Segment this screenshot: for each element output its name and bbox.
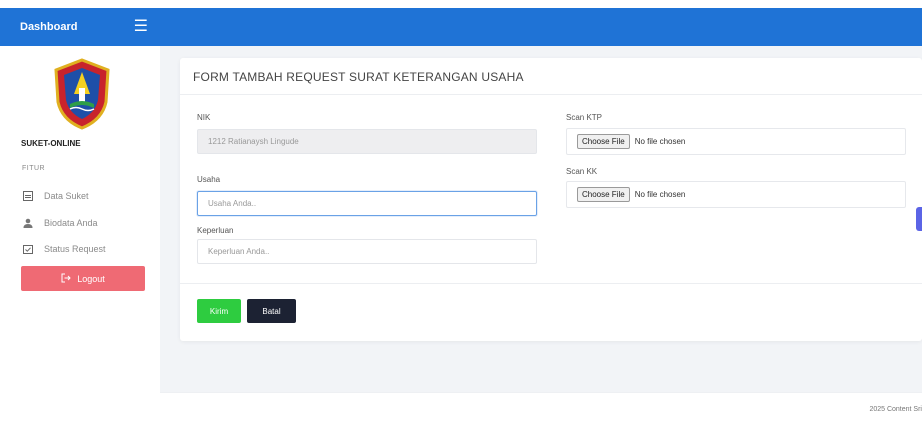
sidebar-item-status-request[interactable]: Status Request (22, 243, 106, 255)
document-icon (22, 190, 34, 202)
choose-file-button[interactable]: Choose File (577, 134, 630, 149)
hamburger-icon[interactable]: ☰ (134, 19, 148, 35)
scan-ktp-label: Scan KTP (566, 113, 603, 122)
submit-button[interactable]: Kirim (197, 299, 241, 323)
top-strip (0, 0, 922, 8)
scan-kk-label: Scan KK (566, 167, 598, 176)
brand-title[interactable]: Dashboard (20, 21, 77, 33)
scan-ktp-file-input[interactable]: Choose File No file chosen (566, 128, 906, 155)
user-icon (22, 217, 34, 229)
top-navbar (160, 8, 922, 46)
app-logo (52, 58, 112, 130)
sidebar-item-label: Data Suket (44, 191, 89, 201)
usaha-label: Usaha (197, 175, 221, 184)
scan-kk-file-input[interactable]: Choose File No file chosen (566, 181, 906, 208)
file-status: No file chosen (634, 190, 686, 199)
sidebar-section-label: FITUR (22, 165, 46, 172)
sidebar-item-label: Biodata Anda (44, 218, 98, 228)
sidebar-item-label: Status Request (44, 244, 106, 254)
form-card: FORM TAMBAH REQUEST SURAT KETERANGAN USA… (180, 58, 922, 341)
keperluan-label: Keperluan (197, 226, 234, 235)
app-name: SUKET-ONLINE (21, 139, 81, 148)
page-footer: 2025 Content Sri (160, 392, 922, 421)
keperluan-input[interactable]: Keperluan Anda.. (197, 239, 537, 264)
divider (180, 94, 922, 95)
choose-file-button[interactable]: Choose File (577, 187, 630, 202)
nik-label: NIK (197, 113, 211, 122)
logout-button[interactable]: Logout (21, 266, 145, 291)
sidebar-item-biodata[interactable]: Biodata Anda (22, 217, 98, 229)
side-toggle-tab[interactable] (916, 207, 922, 231)
logout-label: Logout (77, 273, 105, 284)
sidebar-header: Dashboard ☰ (0, 8, 160, 46)
calendar-check-icon (22, 243, 34, 255)
divider (180, 283, 922, 284)
sidebar-item-data-suket[interactable]: Data Suket (22, 190, 89, 202)
cancel-button[interactable]: Batal (247, 299, 296, 323)
file-status: No file chosen (634, 137, 686, 146)
usaha-input[interactable]: Usaha Anda.. (197, 191, 537, 216)
emblem-icon (54, 58, 110, 130)
logout-icon (61, 273, 71, 285)
form-title: FORM TAMBAH REQUEST SURAT KETERANGAN USA… (193, 70, 524, 84)
copyright-text: 2025 Content Sri (869, 406, 922, 413)
nik-field[interactable]: 1212 Ratianaysh Lingude (197, 129, 537, 154)
